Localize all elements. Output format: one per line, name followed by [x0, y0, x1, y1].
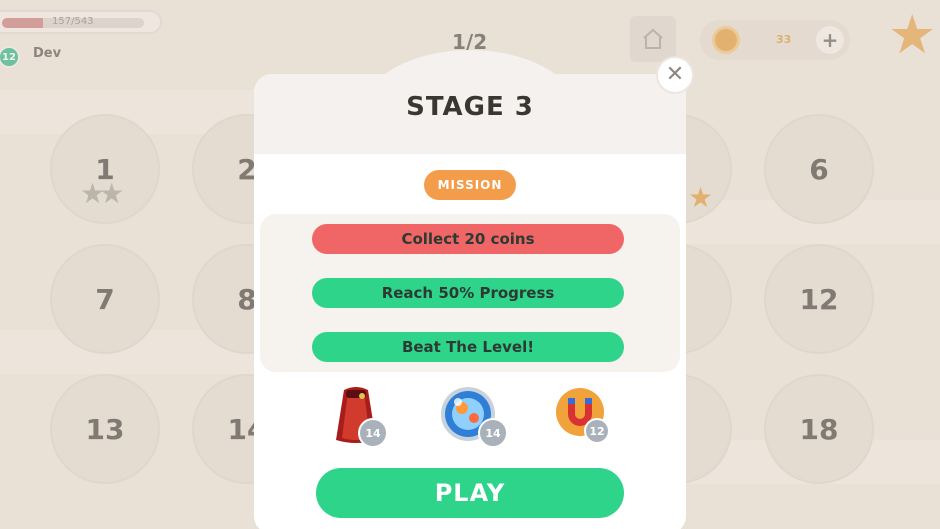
reward-cape[interactable]: 14 — [326, 384, 396, 454]
mission-item-beat-level: Beat The Level! — [312, 332, 624, 362]
reward-count-badge: 14 — [358, 418, 388, 448]
mission-label: MISSION — [424, 170, 516, 200]
mission-item-progress: Reach 50% Progress — [312, 278, 624, 308]
reward-count-badge: 14 — [478, 418, 508, 448]
mission-item-coins: Collect 20 coins — [312, 224, 624, 254]
mission-list: Collect 20 coins Reach 50% Progress Beat… — [260, 214, 680, 372]
stage-title: STAGE 3 — [406, 92, 534, 122]
close-icon: ✕ — [665, 62, 685, 87]
stage-modal: STAGE 3 MISSION Collect 20 coins Reach 5… — [254, 50, 686, 529]
close-button[interactable]: ✕ — [656, 56, 694, 94]
reward-magnet[interactable]: 12 — [552, 384, 622, 454]
reward-orb[interactable]: 14 — [438, 384, 508, 454]
reward-count-badge: 12 — [584, 418, 610, 444]
play-button[interactable]: PLAY — [316, 468, 624, 518]
